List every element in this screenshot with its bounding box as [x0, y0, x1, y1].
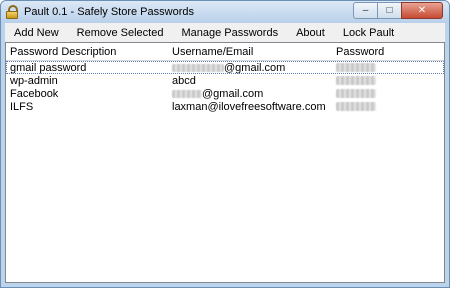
- row-description: Facebook: [10, 87, 59, 100]
- obscured-password: [336, 102, 376, 112]
- list-item[interactable]: gmail password @gmail.com: [6, 61, 444, 74]
- row-username: @gmail.com: [170, 62, 332, 74]
- maximize-button[interactable]: □: [377, 2, 402, 19]
- list-header: Password Description Username/Email Pass…: [6, 43, 444, 61]
- obscured-text: [172, 89, 202, 98]
- row-password: [332, 62, 444, 74]
- window-controls: – □ ✕: [353, 2, 443, 19]
- list-item[interactable]: wp-admin abcd: [6, 74, 444, 87]
- app-window: Pault 0.1 - Safely Store Passwords – □ ✕…: [0, 0, 450, 288]
- obscured-password: [336, 63, 376, 73]
- row-description: gmail password: [10, 61, 87, 74]
- menu-remove-selected[interactable]: Remove Selected: [68, 27, 173, 39]
- row-password: [332, 101, 444, 113]
- column-header-username[interactable]: Username/Email: [170, 46, 332, 58]
- title-bar[interactable]: Pault 0.1 - Safely Store Passwords – □ ✕: [1, 1, 449, 23]
- minimize-button[interactable]: –: [353, 2, 378, 19]
- row-username: laxman@ilovefreesoftware.com: [172, 100, 326, 113]
- menu-about[interactable]: About: [287, 27, 334, 39]
- obscured-password: [336, 76, 376, 86]
- row-username: abcd: [172, 74, 196, 87]
- row-password: [332, 88, 444, 100]
- row-description: wp-admin: [10, 74, 58, 87]
- row-username: @gmail.com: [170, 88, 332, 100]
- menu-bar: Add New Remove Selected Manage Passwords…: [5, 23, 445, 42]
- obscured-text: [172, 63, 224, 72]
- window-title: Pault 0.1 - Safely Store Passwords: [24, 6, 194, 18]
- column-header-description[interactable]: Password Description: [6, 46, 170, 58]
- list-item[interactable]: ILFS laxman@ilovefreesoftware.com: [6, 100, 444, 113]
- obscured-password: [336, 89, 376, 99]
- menu-manage-passwords[interactable]: Manage Passwords: [172, 27, 287, 39]
- column-header-password[interactable]: Password: [332, 46, 444, 58]
- menu-add-new[interactable]: Add New: [5, 27, 68, 39]
- list-item[interactable]: Facebook @gmail.com: [6, 87, 444, 100]
- padlock-icon: [5, 5, 19, 19]
- close-button[interactable]: ✕: [401, 2, 443, 19]
- row-password: [332, 75, 444, 87]
- menu-lock-pault[interactable]: Lock Pault: [334, 27, 403, 39]
- row-description: ILFS: [10, 100, 34, 113]
- password-list[interactable]: Password Description Username/Email Pass…: [5, 42, 445, 283]
